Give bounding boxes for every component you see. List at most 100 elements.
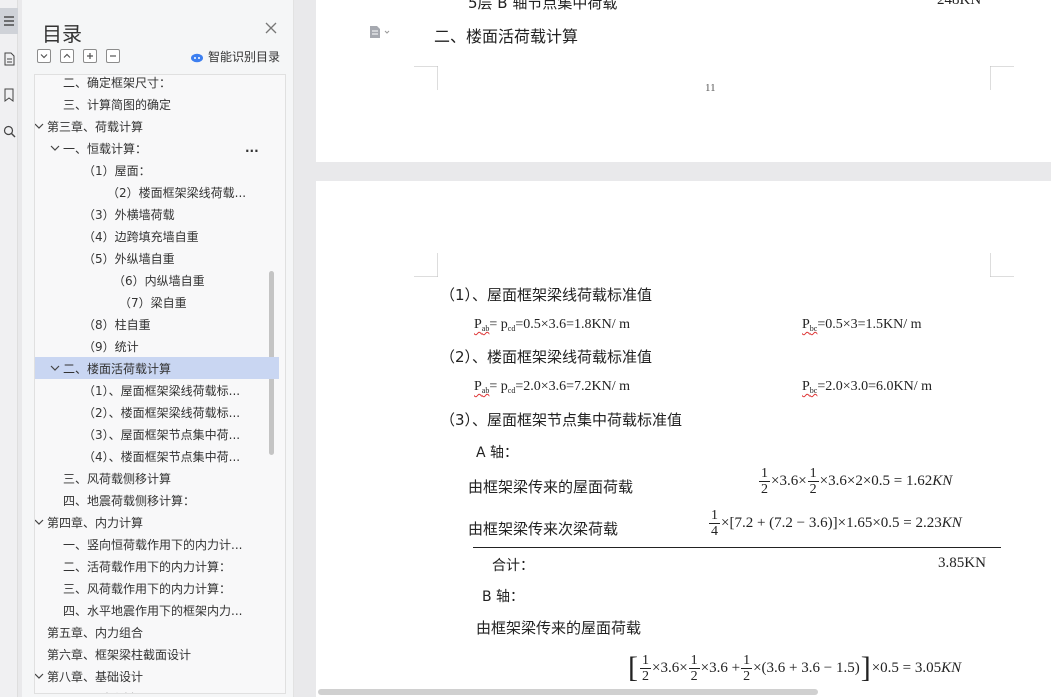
toc-item[interactable]: 第四章、内力计算 <box>35 511 279 533</box>
toc-item[interactable]: 一、设计资料 <box>35 687 279 694</box>
s1-left-formula: Pab= pcd=0.5×3.6=1.8KN/ m <box>474 317 631 333</box>
toc-item[interactable]: 二、确定框架尺寸： <box>35 75 279 93</box>
toc-item-label: （7）梁自重 <box>119 295 187 310</box>
paragraph-style-icon[interactable] <box>368 25 392 44</box>
toc-item[interactable]: （3）、屋面框架节点集中荷... <box>35 423 279 445</box>
toc-item-label: 四、地震荷载侧移计算： <box>63 493 196 508</box>
toc-item[interactable]: 四、地震荷载侧移计算： <box>35 489 279 511</box>
toc-item-label: 二、活荷载作用下的内力计算： <box>63 559 232 574</box>
toc-item[interactable]: （6）内纵墙自重 <box>35 269 279 291</box>
toc-item-label: （1）屋面： <box>83 163 151 178</box>
b-row1-label: 由框架梁传来的屋面荷载 <box>476 619 642 637</box>
toc-item-label: 四、水平地震作用下的框架内力... <box>63 603 243 618</box>
toc-item[interactable]: 三、风荷载作用下的内力计算： <box>35 577 279 599</box>
smart-toc-label: 智能识别目录 <box>208 50 281 64</box>
toc-item-label: 一、恒载计算： <box>63 141 148 156</box>
toc-item[interactable]: （2）楼面框架梁线荷载... <box>35 181 279 203</box>
horizontal-scrollbar[interactable] <box>318 689 818 695</box>
toc-item[interactable]: （4）、楼面框架节点集中荷... <box>35 445 279 467</box>
cloud-icon <box>191 53 203 62</box>
margin-corner <box>414 66 438 90</box>
toc-item[interactable]: 第五章、内力组合 <box>35 621 279 643</box>
toc-icon[interactable] <box>0 8 18 34</box>
toc-item-label: （4）、楼面框架节点集中荷... <box>83 449 241 464</box>
left-rail <box>0 0 18 697</box>
margin-corner <box>990 253 1014 277</box>
chevron-down-icon[interactable] <box>34 516 45 528</box>
toc-item[interactable]: 三、风荷载侧移计算 <box>35 467 279 489</box>
toc-item-label: 第四章、内力计算 <box>47 515 144 530</box>
toc-item-label: （2）、楼面框架梁线荷载标... <box>83 405 241 420</box>
a-row2-label: 由框架梁传来次梁荷载 <box>468 520 619 538</box>
smart-toc-button[interactable]: 智能识别目录 <box>190 48 280 65</box>
toc-item-label: 三、计算简图的确定 <box>63 97 172 112</box>
toc-item-label: 二、确定框架尺寸： <box>63 75 172 90</box>
document-view: 5层 B 轴节点集中荷载 248KN 二、楼面活荷载计算 11 （1）、屋面框架… <box>296 0 1051 697</box>
toc-item-label: 一、竖向恒荷载作用下的内力计... <box>63 537 243 552</box>
toc-title: 目录 <box>42 22 82 46</box>
toc-item[interactable]: 第三章、荷载计算 <box>35 115 279 137</box>
total-rule <box>473 547 1001 548</box>
chevron-down-icon[interactable] <box>49 362 61 374</box>
toc-item[interactable]: （8）柱自重 <box>35 313 279 335</box>
toc-item[interactable]: 二、楼面活荷载计算 <box>35 357 279 379</box>
toc-item[interactable]: 一、恒载计算：... <box>35 137 279 159</box>
more-icon[interactable]: ... <box>245 141 259 155</box>
toc-item[interactable]: （1）、屋面框架梁线荷载标... <box>35 379 279 401</box>
toc-item-label: 三、风荷载作用下的内力计算： <box>63 581 232 596</box>
collapse-all-button[interactable] <box>37 49 51 63</box>
chevron-down-icon[interactable] <box>34 120 45 132</box>
b-axis-label: B 轴： <box>482 589 525 605</box>
chevron-down-icon[interactable] <box>49 142 61 154</box>
toc-item-label: 第六章、框架梁柱截面设计 <box>47 647 192 662</box>
margin-corner <box>414 253 438 277</box>
search-icon[interactable] <box>0 118 18 144</box>
toc-item-label: （3）外横墙荷载 <box>83 207 175 222</box>
section-heading: 二、楼面活荷载计算 <box>434 27 579 46</box>
add-level-button[interactable] <box>83 49 97 63</box>
toc-item-label: 第三章、荷载计算 <box>47 119 144 134</box>
toc-item-label: 一、设计资料 <box>63 690 135 694</box>
document-icon[interactable] <box>0 46 18 72</box>
toc-list: 二、确定框架尺寸： 三、计算简图的确定第三章、荷载计算一、恒载计算：... （1）屋… <box>34 74 286 694</box>
toc-item-label: （2）楼面框架梁线荷载... <box>107 185 247 200</box>
toc-item[interactable]: （3）外横墙荷载 <box>35 203 279 225</box>
toc-panel: 目录 智能识别目录 二、确定框架尺寸： 三、计算简图的确定第三章、荷载计算一、恒载… <box>22 0 294 697</box>
page-number: 11 <box>705 82 716 94</box>
expand-all-button[interactable] <box>60 49 74 63</box>
toc-item-label: 第八章、基础设计 <box>47 669 144 684</box>
toc-item-label: （6）内纵墙自重 <box>113 273 205 288</box>
toc-item-label: （1）、屋面框架梁线荷载标... <box>83 383 241 398</box>
close-icon[interactable] <box>262 19 280 37</box>
s3-heading: （3）、屋面框架节点集中荷载标准值 <box>440 411 683 429</box>
partial-line-value: 248KN <box>937 0 982 8</box>
toc-item-label: 三、风荷载侧移计算 <box>63 471 172 486</box>
toc-item[interactable]: 三、计算简图的确定 <box>35 93 279 115</box>
s2-heading: （2）、楼面框架梁线荷载标准值 <box>440 348 653 366</box>
toc-item[interactable]: （2）、楼面框架梁线荷载标... <box>35 401 279 423</box>
a-axis-label: A 轴： <box>476 445 519 461</box>
toc-item-label: （9）统计 <box>83 339 139 354</box>
toc-item[interactable]: （9）统计 <box>35 335 279 357</box>
a-row1-label: 由框架梁传来的屋面荷载 <box>468 478 634 496</box>
toc-item-label: 第五章、内力组合 <box>47 625 144 640</box>
bookmark-icon[interactable] <box>0 82 18 108</box>
b-row1-equation: [ 12 ×3.6× 12 ×3.6 + 12 ×(3.6 + 3.6 − 1.… <box>628 651 962 684</box>
toc-item[interactable]: 一、竖向恒荷载作用下的内力计... <box>35 533 279 555</box>
s1-right-formula: Pbc=0.5×3=1.5KN/ m <box>802 317 922 333</box>
toc-item-label: （4）边跨填充墙自重 <box>83 229 199 244</box>
toc-item-label: （5）外纵墙自重 <box>83 251 175 266</box>
toc-item[interactable]: （1）屋面： <box>35 159 279 181</box>
chevron-down-icon[interactable] <box>34 670 45 682</box>
toc-item[interactable]: （4）边跨填充墙自重 <box>35 225 279 247</box>
s2-right-formula: Pbc=2.0×3.0=6.0KN/ m <box>802 379 933 395</box>
toc-item[interactable]: 第六章、框架梁柱截面设计 <box>35 643 279 665</box>
toc-item[interactable]: （7）梁自重 <box>35 291 279 313</box>
toc-item[interactable]: 二、活荷载作用下的内力计算： <box>35 555 279 577</box>
toc-item[interactable]: 四、水平地震作用下的框架内力... <box>35 599 279 621</box>
toc-item[interactable]: 第八章、基础设计 <box>35 665 279 687</box>
page-11: 5层 B 轴节点集中荷载 248KN 二、楼面活荷载计算 11 <box>316 0 1051 162</box>
remove-level-button[interactable] <box>106 49 120 63</box>
total-label: 合计： <box>492 558 534 574</box>
toc-item[interactable]: （5）外纵墙自重 <box>35 247 279 269</box>
